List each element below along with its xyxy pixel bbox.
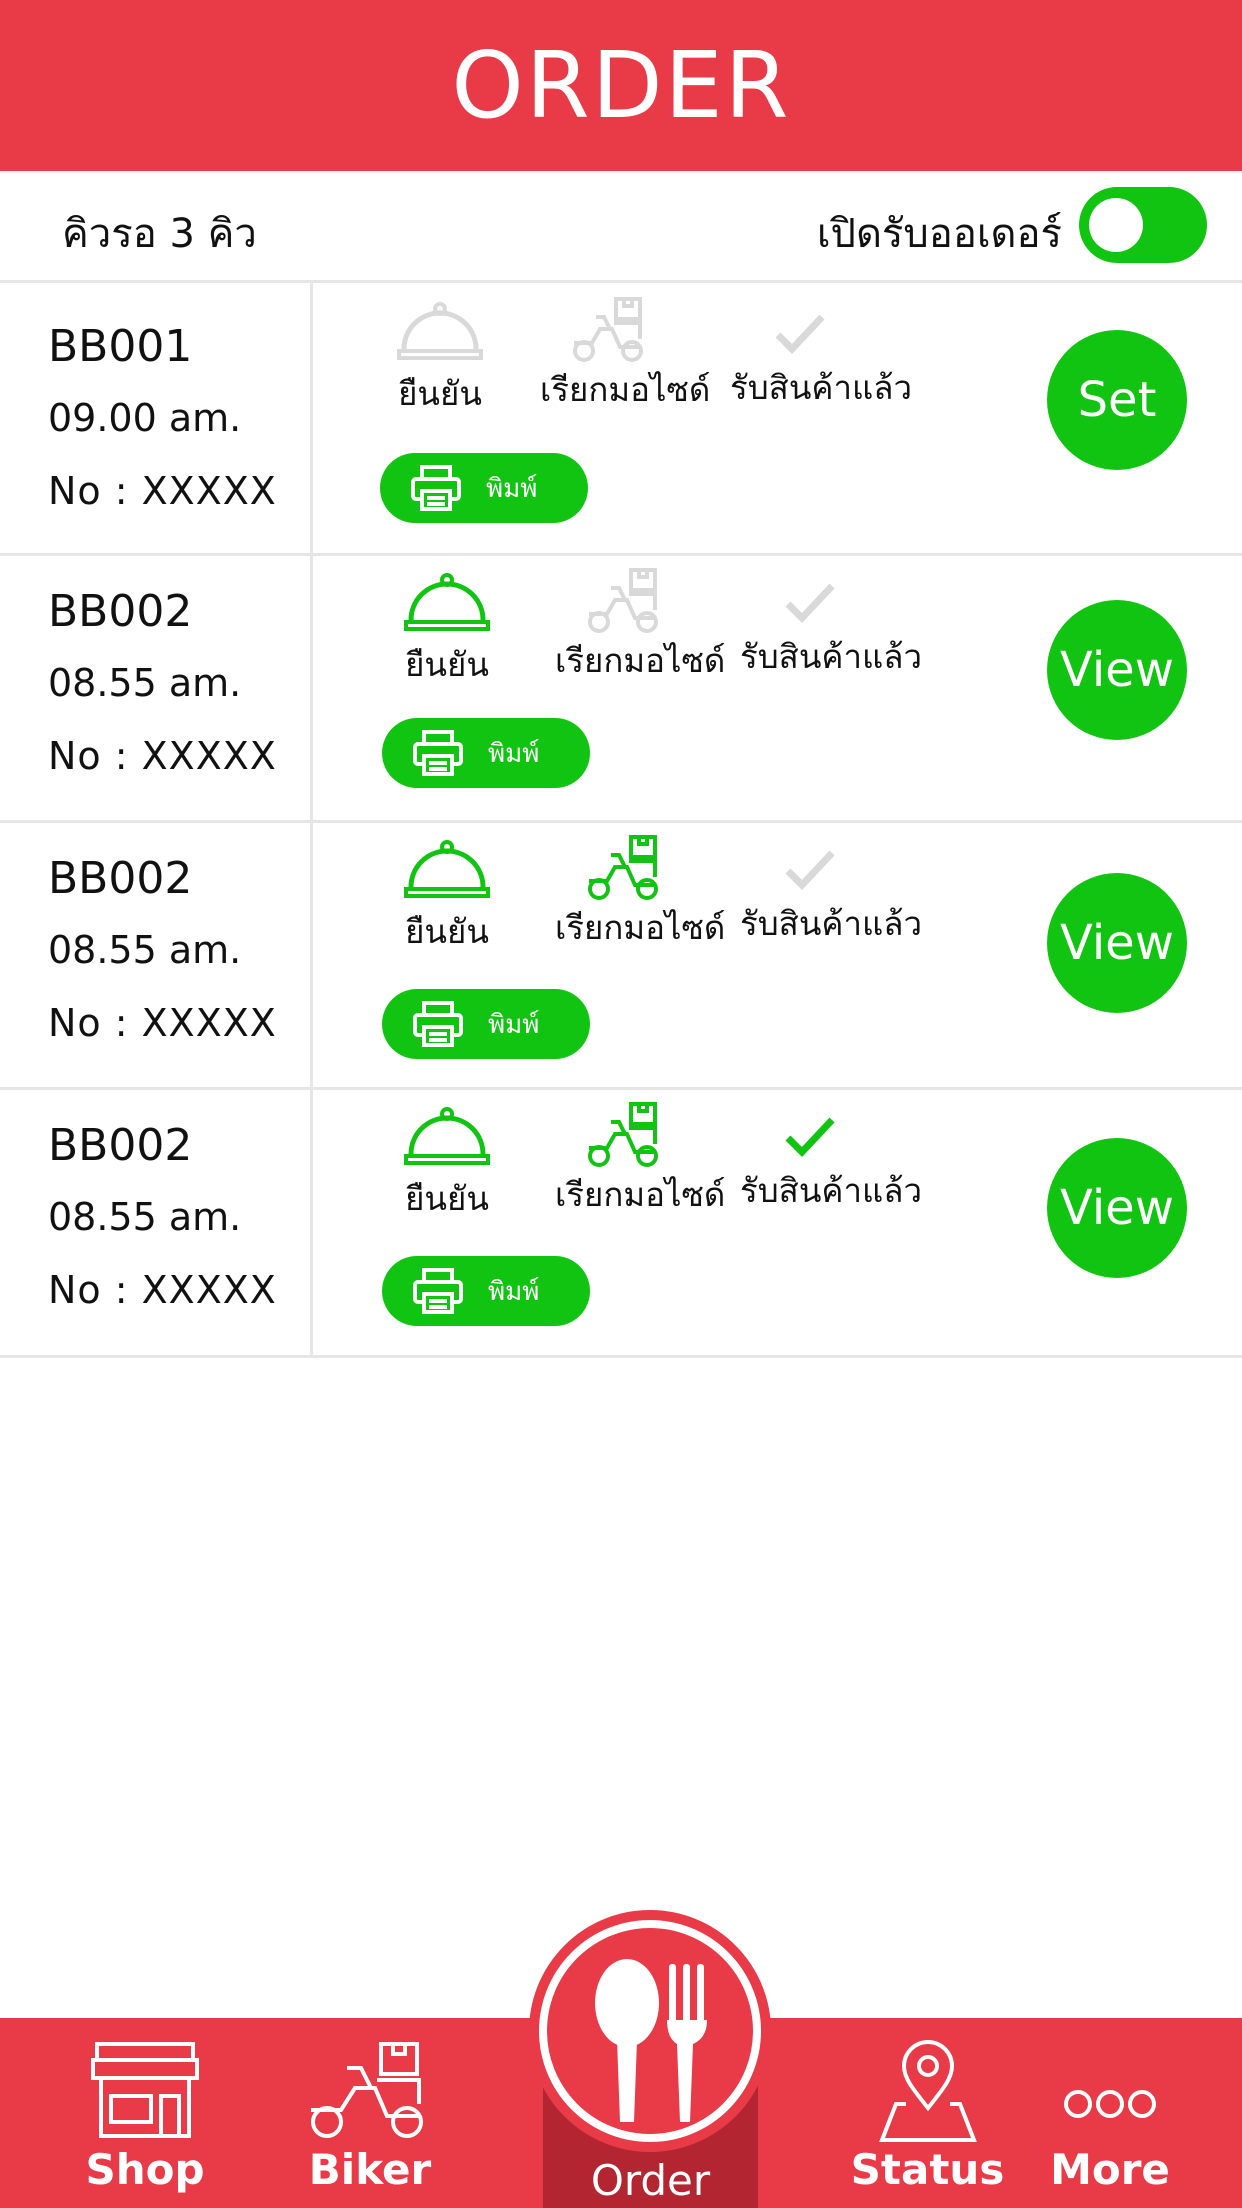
motorbike-delivery-icon: [588, 568, 658, 633]
queue-bar: คิวรอ 3 คิว เปิดรับออเดอร์: [0, 171, 1242, 283]
check-icon: [785, 850, 835, 891]
map-pin-icon: [878, 2040, 977, 2142]
print-button[interactable]: พิมพ์: [382, 989, 590, 1059]
step-confirm-label: ยืนยัน: [405, 912, 489, 951]
step-received-label: รับสินค้าแล้ว: [740, 637, 922, 676]
check-icon: [785, 1117, 835, 1158]
accept-orders-toggle[interactable]: [1079, 187, 1207, 263]
order-row[interactable]: BB002 08.55 am. No : XXXXX ยืนยัน เรียกม…: [0, 823, 1242, 1090]
order-time: 08.55 am.: [48, 1195, 242, 1239]
print-button[interactable]: พิมพ์: [382, 718, 590, 788]
order-row[interactable]: BB002 08.55 am. No : XXXXX ยืนยัน เรียกม…: [0, 556, 1242, 823]
step-call-biker-label: เรียกมอไซด์: [555, 1175, 726, 1214]
step-call-biker: เรียกมอไซด์: [555, 833, 726, 954]
motorbike-delivery-icon: [588, 835, 658, 900]
order-code: BB002: [48, 853, 193, 904]
set-button[interactable]: Set: [1047, 330, 1187, 470]
view-button[interactable]: View: [1047, 1138, 1187, 1278]
step-received-label: รับสินค้าแล้ว: [740, 904, 922, 943]
step-call-biker-label: เรียกมอไซด์: [540, 370, 711, 409]
order-center-ring[interactable]: [539, 1920, 761, 2142]
motorbike-delivery-icon: [573, 297, 643, 362]
step-confirm: ยืนยัน: [397, 839, 497, 958]
tab-biker[interactable]: Biker: [285, 2018, 455, 2208]
cloche-icon: [397, 302, 483, 360]
step-call-biker: เรียกมอไซด์: [555, 566, 726, 687]
tab-status-label: Status: [850, 2145, 1005, 2194]
order-code: BB001: [48, 321, 193, 372]
printer-icon: [411, 465, 461, 511]
printer-icon: [413, 1268, 463, 1314]
step-received: รับสินค้าแล้ว: [740, 847, 922, 950]
order-time: 08.55 am.: [48, 928, 242, 972]
tab-biker-label: Biker: [308, 2145, 432, 2194]
cloche-icon: [404, 1107, 490, 1165]
order-info: BB002 08.55 am. No : XXXXX: [0, 556, 313, 820]
order-list: BB001 09.00 am. No : XXXXX ยืนยัน เรียกม…: [0, 283, 1242, 1358]
toggle-knob[interactable]: [1089, 198, 1143, 252]
tab-shop-label: Shop: [85, 2145, 205, 2194]
order-time: 09.00 am.: [48, 396, 242, 440]
step-confirm-label: ยืนยัน: [405, 1179, 489, 1218]
step-call-biker: เรียกมอไซด์: [555, 1100, 726, 1221]
step-call-biker-label: เรียกมอไซด์: [555, 641, 726, 680]
order-number: No : XXXXX: [48, 1268, 277, 1312]
step-received-label: รับสินค้าแล้ว: [730, 368, 912, 407]
step-call-biker: เรียกมอไซด์: [540, 295, 711, 416]
print-button[interactable]: พิมพ์: [380, 453, 588, 523]
order-row[interactable]: BB001 09.00 am. No : XXXXX ยืนยัน เรียกม…: [0, 283, 1242, 556]
spoon-fork-icon: [595, 1959, 707, 2122]
order-time: 08.55 am.: [48, 661, 242, 705]
printer-icon: [413, 1001, 463, 1047]
step-call-biker-label: เรียกมอไซด์: [555, 908, 726, 947]
step-received: รับสินค้าแล้ว: [740, 1114, 922, 1217]
step-received: รับสินค้าแล้ว: [740, 580, 922, 683]
order-info: BB001 09.00 am. No : XXXXX: [0, 283, 313, 553]
shop-icon: [91, 2042, 199, 2138]
order-code: BB002: [48, 1120, 193, 1171]
check-icon: [775, 314, 825, 355]
order-row[interactable]: BB002 08.55 am. No : XXXXX ยืนยัน เรียกม…: [0, 1090, 1242, 1358]
order-info: BB002 08.55 am. No : XXXXX: [0, 823, 313, 1087]
tab-more[interactable]: More: [1040, 2018, 1180, 2208]
page-title: ORDER: [451, 32, 791, 139]
tab-shop[interactable]: Shop: [60, 2018, 230, 2208]
order-number: No : XXXXX: [48, 469, 277, 513]
step-received: รับสินค้าแล้ว: [730, 311, 912, 414]
print-label: พิมพ์: [488, 738, 540, 769]
view-button[interactable]: View: [1047, 600, 1187, 740]
motorbike-delivery-icon: [588, 1102, 658, 1167]
print-label: พิมพ์: [486, 473, 538, 504]
cloche-icon: [404, 840, 490, 898]
view-button[interactable]: View: [1047, 873, 1187, 1013]
print-label: พิมพ์: [488, 1009, 540, 1040]
tab-order-label[interactable]: Order: [543, 2156, 758, 2205]
step-received-label: รับสินค้าแล้ว: [740, 1171, 922, 1210]
queue-count-label: คิวรอ 3 คิว: [62, 211, 257, 257]
tab-more-label: More: [1050, 2145, 1170, 2194]
order-code: BB002: [48, 586, 193, 637]
order-info: BB002 08.55 am. No : XXXXX: [0, 1090, 313, 1355]
printer-icon: [413, 730, 463, 776]
more-dots-icon: [1064, 2090, 1156, 2118]
cloche-icon: [404, 573, 490, 631]
app-header: ORDER: [0, 0, 1242, 171]
step-confirm-label: ยืนยัน: [405, 645, 489, 684]
step-confirm: ยืนยัน: [397, 1106, 497, 1225]
step-confirm-label: ยืนยัน: [398, 374, 482, 413]
print-button[interactable]: พิมพ์: [382, 1256, 590, 1326]
step-confirm: ยืนยัน: [390, 301, 490, 420]
print-label: พิมพ์: [488, 1276, 540, 1307]
check-icon: [785, 583, 835, 624]
tab-status[interactable]: Status: [850, 2018, 1005, 2208]
order-number: No : XXXXX: [48, 1001, 277, 1045]
motorbike-delivery-icon: [311, 2042, 423, 2138]
step-confirm: ยืนยัน: [397, 572, 497, 691]
order-number: No : XXXXX: [48, 734, 277, 778]
accept-orders-label: เปิดรับออเดอร์: [816, 211, 1062, 257]
